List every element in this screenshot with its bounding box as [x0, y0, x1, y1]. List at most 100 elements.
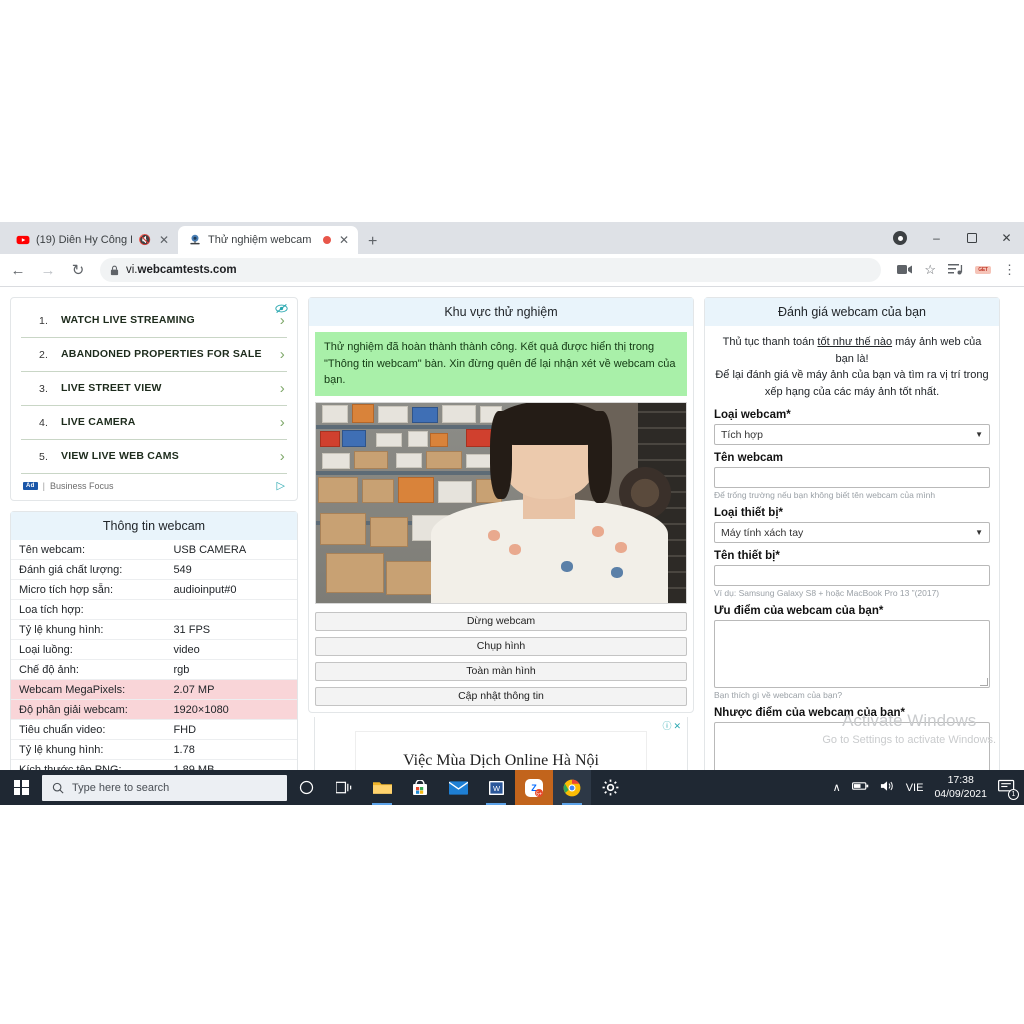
- webcam-image: [316, 402, 686, 603]
- cortana-icon[interactable]: [287, 770, 325, 805]
- ad-separator: |: [42, 480, 45, 491]
- volume-icon[interactable]: [880, 780, 895, 795]
- row-key: Tiêu chuẩn video:: [11, 719, 166, 740]
- ad-menu-item-5[interactable]: 5. VIEW LIVE WEB CAMS ›: [21, 440, 287, 474]
- person-hair-right: [587, 410, 612, 503]
- ad-menu-list: 1. WATCH LIVE STREAMING › 2. ABANDONED P…: [11, 298, 297, 500]
- ad-choices-icon[interactable]: ▷: [277, 479, 285, 492]
- browser-toolbar: ← → ↻ vi.webcamtests.com ☆ GET ⋮: [0, 254, 1024, 287]
- fullscreen-button[interactable]: Toàn màn hình: [315, 661, 687, 681]
- word-icon[interactable]: W: [477, 770, 515, 805]
- hide-ad-icon[interactable]: [275, 303, 288, 317]
- device-name-input[interactable]: [714, 565, 990, 586]
- row-value: rgb: [165, 659, 297, 680]
- ad-advertiser: Business Focus: [49, 480, 114, 491]
- language-indicator[interactable]: VIE: [906, 782, 924, 794]
- chrome-menu-icon[interactable]: ⋮: [1003, 262, 1016, 278]
- muted-icon[interactable]: 🔇: [138, 235, 150, 246]
- table-row: Tiêu chuẩn video: FHD: [11, 719, 297, 740]
- zalo-icon[interactable]: Z 5+: [515, 770, 553, 805]
- ad-menu-item-4[interactable]: 4. LIVE CAMERA ›: [21, 406, 287, 440]
- mail-icon[interactable]: [439, 770, 477, 805]
- ad-badge: Ad: [23, 481, 38, 490]
- url-text: vi.webcamtests.com: [126, 264, 237, 276]
- maximize-button[interactable]: [954, 222, 989, 254]
- camera-icon[interactable]: [897, 263, 913, 278]
- settings-icon[interactable]: [591, 770, 629, 805]
- ad-menu-item-3[interactable]: 3. LIVE STREET VIEW ›: [21, 372, 287, 406]
- running-underline: [562, 802, 582, 805]
- item-number: 3.: [39, 382, 49, 395]
- ad-menu-item-2[interactable]: 2. ABANDONED PROPERTIES FOR SALE ›: [21, 338, 287, 372]
- extension-icon[interactable]: GET: [975, 266, 991, 274]
- stop-webcam-button[interactable]: Dừng webcam: [315, 611, 687, 631]
- ad-close-icon[interactable]: ✕: [673, 721, 683, 731]
- running-underline: [486, 802, 506, 805]
- tab-webcam-test[interactable]: Thử nghiệm webcam ✕: [178, 226, 358, 254]
- file-explorer-icon[interactable]: [363, 770, 401, 805]
- refresh-info-button[interactable]: Cập nhật thông tin: [315, 686, 687, 706]
- back-icon[interactable]: ←: [8, 262, 28, 279]
- start-button[interactable]: [0, 770, 42, 805]
- take-snapshot-button[interactable]: Chụp hình: [315, 636, 687, 656]
- success-alert: Thử nghiệm đã hoàn thành thành công. Kết…: [315, 332, 687, 396]
- taskbar-clock[interactable]: 17:38 04/09/2021: [934, 774, 987, 800]
- battery-icon[interactable]: [851, 781, 869, 794]
- chevron-down-icon: ▼: [975, 430, 983, 439]
- tab-title: Thử nghiệm webcam: [208, 234, 312, 246]
- webcam-type-select[interactable]: Tích hợp ▼: [714, 424, 990, 445]
- webcam-name-input[interactable]: [714, 467, 990, 488]
- device-type-select[interactable]: Máy tính xách tay ▼: [714, 522, 990, 543]
- profile-avatar-icon[interactable]: [893, 231, 907, 245]
- item-number: 4.: [39, 416, 49, 429]
- chrome-icon[interactable]: [553, 770, 591, 805]
- row-key: Chế độ ảnh:: [11, 659, 166, 680]
- recording-icon[interactable]: [322, 236, 331, 244]
- webcam-info-title: Thông tin webcam: [11, 512, 297, 540]
- selected-value: Máy tính xách tay: [721, 526, 804, 539]
- ad-info-icon[interactable]: ⓘ: [662, 721, 673, 731]
- taskbar-search[interactable]: Type here to search: [42, 774, 287, 801]
- reload-icon[interactable]: ↻: [68, 261, 88, 279]
- table-row: Tỷ lệ khung hình: 31 FPS: [11, 619, 297, 640]
- extension-label: GET: [978, 267, 988, 273]
- toolbar-actions: ☆ GET ⋮: [891, 262, 1016, 278]
- item-label: LIVE STREET VIEW: [61, 382, 162, 395]
- close-icon[interactable]: ✕: [157, 234, 171, 246]
- tab-youtube[interactable]: (19) Diên Hy Công Lược Tập 🔇 ✕: [6, 226, 178, 254]
- maximize-icon: [966, 233, 977, 243]
- tab-title: (19) Diên Hy Công Lược Tập: [36, 234, 132, 246]
- reading-list-icon[interactable]: [948, 263, 963, 278]
- new-tab-button[interactable]: +: [368, 234, 377, 250]
- pros-textarea[interactable]: [714, 620, 990, 688]
- ad-menu-card: 1. WATCH LIVE STREAMING › 2. ABANDONED P…: [10, 297, 298, 501]
- address-bar[interactable]: vi.webcamtests.com: [100, 258, 882, 282]
- row-value: 2.07 MP: [165, 679, 297, 700]
- webcam-video-preview[interactable]: [315, 401, 687, 604]
- table-row-highlighted: Độ phân giải webcam: 1920×1080: [11, 699, 297, 720]
- close-window-button[interactable]: ✕: [989, 222, 1024, 254]
- url-domain: webcamtests.com: [137, 264, 237, 276]
- table-row: Tỷ lệ khung hình: 1.78: [11, 739, 297, 760]
- intro-link[interactable]: tốt như thế nào: [817, 336, 892, 348]
- right-column: Đánh giá webcam của bạn Thủ tục thanh to…: [704, 297, 1000, 795]
- field-label-cons: Nhược điểm của webcam của bạn*: [714, 707, 905, 719]
- running-underline: [372, 802, 392, 805]
- field-label-pros: Ưu điểm của webcam của bạn*: [714, 605, 884, 617]
- ad-menu-item-1[interactable]: 1. WATCH LIVE STREAMING ›: [21, 304, 287, 338]
- bookmark-star-icon[interactable]: ☆: [924, 262, 936, 278]
- chevron-right-icon: ›: [279, 346, 285, 363]
- webcam-icon: [190, 234, 200, 245]
- clock-date: 04/09/2021: [934, 787, 987, 800]
- forward-icon[interactable]: →: [38, 262, 58, 279]
- table-row: Chế độ ảnh: rgb: [11, 659, 297, 680]
- show-hidden-icons-chevron[interactable]: ∧: [833, 781, 841, 794]
- row-value: FHD: [165, 719, 297, 740]
- svg-text:W: W: [492, 783, 500, 792]
- microsoft-store-icon[interactable]: [401, 770, 439, 805]
- close-icon[interactable]: ✕: [337, 234, 351, 246]
- minimize-button[interactable]: –: [919, 222, 954, 254]
- task-view-icon[interactable]: [325, 770, 363, 805]
- item-label: LIVE CAMERA: [61, 416, 136, 429]
- notifications-icon[interactable]: 1: [998, 779, 1019, 800]
